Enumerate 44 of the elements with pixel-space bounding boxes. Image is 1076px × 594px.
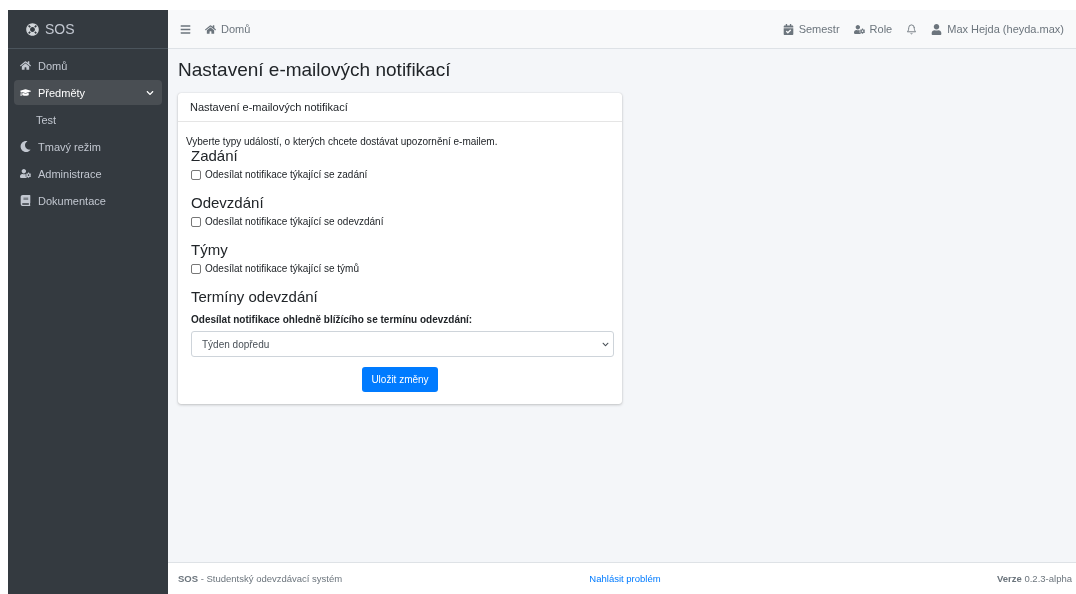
section-heading: Odevzdání [191,194,265,211]
menu-icon[interactable] [180,23,191,35]
footer-text: SOS - Studentský odevzdávací systém [178,573,344,584]
page-title: Nastavení e-mailových notifikací [178,59,452,81]
select-field[interactable]: Týden dopředu [191,331,614,357]
bell-icon[interactable] [906,23,918,35]
checkbox-label[interactable]: Odesílat notifikace týkající se odevzdání [205,216,384,227]
sidebar-item[interactable]: Dokumentace [14,188,162,213]
user-gear-icon [853,23,865,35]
checkbox[interactable] [191,216,201,227]
graduation-cap-icon [20,87,31,98]
book-icon [20,195,31,206]
checkbox-label[interactable]: Odesílat notifikace týkající se týmů [205,263,359,274]
card-title: Nastavení e-mailových notifikací [178,93,622,122]
select-label: Odesílat notifikace ohledně blížícího se termínu odevzdání: [191,314,474,325]
checkbox[interactable] [191,169,201,180]
checkbox-label[interactable]: Odesílat notifikace týkající se zadání [205,169,368,180]
navbar-link[interactable]: Role [853,23,893,35]
chevron-icon [602,340,609,348]
sidebar-item[interactable]: Administrace [14,161,162,186]
user-icon [931,23,943,35]
breadcrumb-link[interactable]: Domů [205,23,251,35]
moon-icon [20,141,31,152]
report-link[interactable]: Nahlásit problém [589,573,661,584]
checkbox[interactable] [191,263,201,274]
section-heading: Zadání [191,147,239,164]
sidebar-item[interactable]: Předměty [14,80,162,105]
home-icon [205,23,216,35]
save-button[interactable]: Uložit změny [362,367,438,392]
sidebar-item[interactable]: Domů [14,53,162,78]
section-heading: Termíny odevzdání [191,288,319,305]
navbar-link[interactable]: Max Hejda (heyda.max) [931,23,1064,35]
calendar-icon [782,23,794,35]
home-icon [20,60,31,71]
sidebar-item[interactable]: Tmavý režim [14,134,162,159]
chevron-icon[interactable] [146,88,154,97]
version-text: Verze 0.2.3-alpha [996,573,1072,584]
user-gear-icon [20,168,31,179]
navbar-link[interactable]: Semestr [782,23,840,35]
sidebar-item[interactable]: Test [14,107,162,132]
section-heading: Týmy [191,241,229,258]
lifebuoy-icon [26,22,39,36]
intro-text: Vyberte typy událostí, o kterých chcete dostávat upozornění e-mailem. [186,136,499,147]
brand-name: SOS [45,21,75,37]
